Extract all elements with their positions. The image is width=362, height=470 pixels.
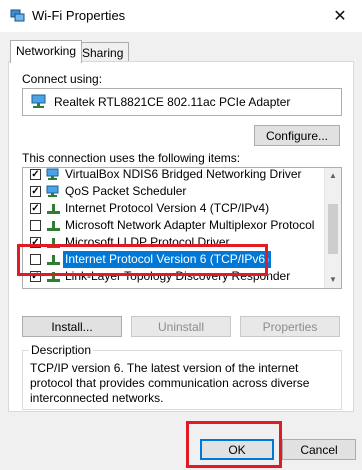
uninstall-button-label: Uninstall <box>157 320 205 334</box>
network-adapter-icon <box>46 168 59 180</box>
vertical-scrollbar[interactable]: ▲ ▼ <box>324 168 341 288</box>
description-legend: Description <box>29 343 94 357</box>
checkbox[interactable]: ✓ <box>30 203 41 214</box>
uninstall-button[interactable]: Uninstall <box>131 316 231 337</box>
list-item[interactable]: Microsoft Network Adapter Multiplexor Pr… <box>23 217 325 234</box>
highlight-ok-annotation <box>186 421 282 468</box>
connect-using-label: Connect using: <box>22 72 103 86</box>
properties-button[interactable]: Properties <box>240 316 340 337</box>
protocol-icon <box>47 221 60 231</box>
scroll-up-icon[interactable]: ▲ <box>325 168 341 184</box>
cancel-button[interactable]: Cancel <box>282 439 356 460</box>
list-item[interactable]: ✓ VirtualBox NDIS6 Bridged Networking Dr… <box>23 167 325 183</box>
list-item-label: Internet Protocol Version 4 (TCP/IPv4) <box>65 201 270 215</box>
adapter-field: Realtek RTL8821CE 802.11ac PCIe Adapter <box>22 88 342 116</box>
network-adapter-icon <box>46 185 59 197</box>
highlight-ipv6-annotation <box>17 244 268 276</box>
configure-button[interactable]: Configure... <box>254 125 340 146</box>
description-text: TCP/IP version 6. The latest version of … <box>30 361 310 405</box>
adapter-name: Realtek RTL8821CE 802.11ac PCIe Adapter <box>54 95 291 109</box>
install-button-label: Install... <box>51 320 93 334</box>
install-button[interactable]: Install... <box>22 316 122 337</box>
list-item[interactable]: ✓ Internet Protocol Version 4 (TCP/IPv4) <box>23 200 325 217</box>
protocol-icon <box>47 204 60 214</box>
checkbox[interactable]: ✓ <box>30 186 41 197</box>
scroll-thumb[interactable] <box>328 204 338 254</box>
list-item-label: QoS Packet Scheduler <box>65 184 187 198</box>
configure-button-label: Configure... <box>265 129 329 143</box>
checkbox[interactable]: ✓ <box>30 169 41 180</box>
items-label: This connection uses the following items… <box>22 151 241 165</box>
properties-button-label: Properties <box>262 320 318 334</box>
network-adapter-icon <box>31 94 46 108</box>
description-group: Description TCP/IP version 6. The latest… <box>22 343 342 410</box>
list-item[interactable]: ✓ QoS Packet Scheduler <box>23 183 325 200</box>
scroll-down-icon[interactable]: ▼ <box>325 272 341 288</box>
list-item-label: VirtualBox NDIS6 Bridged Networking Driv… <box>65 167 302 181</box>
cancel-button-label: Cancel <box>300 443 338 457</box>
checkbox[interactable] <box>30 220 41 231</box>
list-item-label: Microsoft Network Adapter Multiplexor Pr… <box>65 218 315 232</box>
